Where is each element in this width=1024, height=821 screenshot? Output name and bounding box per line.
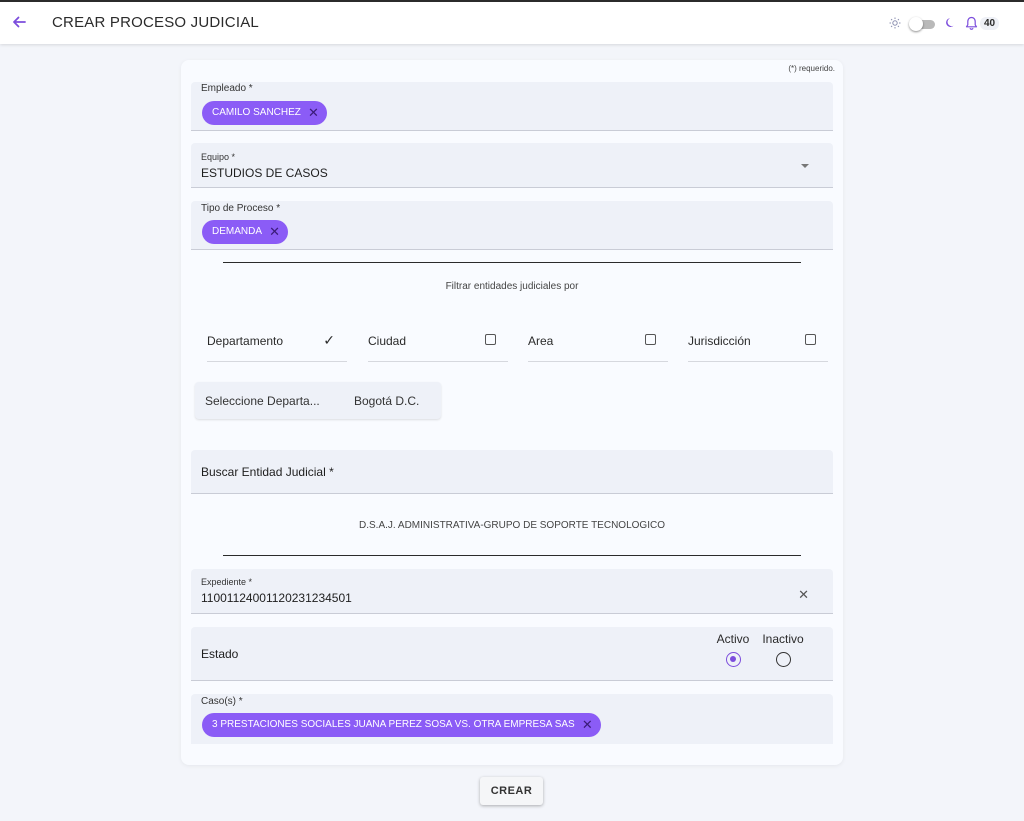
chip-remove-icon[interactable]: ✕ bbox=[582, 713, 593, 737]
empleado-chip-label: CAMILO SANCHEZ bbox=[212, 107, 301, 118]
notification-count-badge: 40 bbox=[980, 17, 1000, 30]
divider bbox=[223, 555, 801, 556]
moon-icon bbox=[946, 18, 954, 27]
caso-chip: 3 PRESTACIONES SOCIALES JUANA PEREZ SOSA… bbox=[202, 713, 601, 737]
selected-entity: D.S.A.J. ADMINISTRATIVA-GRUPO DE SOPORTE… bbox=[359, 520, 665, 531]
radio-label: Activo bbox=[716, 632, 750, 646]
create-button[interactable]: CREAR bbox=[480, 777, 543, 805]
empleado-chip: CAMILO SANCHEZ ✕ bbox=[202, 101, 327, 125]
estado-label: Estado bbox=[201, 647, 239, 661]
departamento-select-label: Seleccione Departa... bbox=[205, 394, 320, 408]
required-note: (*) requerido. bbox=[788, 64, 835, 73]
filter-area[interactable]: Area bbox=[528, 324, 668, 362]
filter-label: Area bbox=[528, 334, 554, 348]
estado-field: Estado Activo Inactivo bbox=[191, 627, 833, 681]
filter-departamento[interactable]: Departamento ✓ bbox=[207, 324, 347, 362]
filter-label: Jurisdicción bbox=[688, 334, 751, 348]
filter-label: Ciudad bbox=[368, 334, 407, 348]
casos-label: Caso(s) * bbox=[201, 696, 243, 707]
checkmark-icon[interactable]: ✓ bbox=[323, 332, 335, 349]
checkbox[interactable] bbox=[485, 334, 496, 345]
bell-icon[interactable] bbox=[964, 16, 979, 31]
toggle-knob bbox=[909, 17, 923, 31]
departamento-select-value: Bogotá D.C. bbox=[354, 394, 420, 408]
theme-toggle[interactable] bbox=[909, 17, 936, 31]
sun-icon bbox=[889, 17, 901, 29]
caso-chip-label: 3 PRESTACIONES SOCIALES JUANA PEREZ SOSA… bbox=[212, 719, 575, 730]
departamento-select[interactable]: Seleccione Departa... Bogotá D.C. bbox=[195, 382, 441, 419]
buscar-entidad-input[interactable]: Buscar Entidad Judicial * bbox=[191, 450, 833, 494]
checkbox[interactable] bbox=[805, 334, 816, 345]
estado-option-activo[interactable]: Activo bbox=[708, 632, 758, 667]
tipo-proceso-field[interactable]: Tipo de Proceso * DEMANDA ✕ bbox=[191, 201, 833, 250]
equipo-value: ESTUDIOS DE CASOS bbox=[201, 166, 328, 180]
tipo-proceso-label: Tipo de Proceso * bbox=[201, 203, 281, 214]
back-arrow-icon[interactable] bbox=[10, 13, 28, 31]
dropdown-arrow-icon[interactable] bbox=[801, 164, 809, 168]
chip-remove-icon[interactable]: ✕ bbox=[269, 220, 280, 244]
clear-icon[interactable]: ✕ bbox=[798, 587, 809, 603]
radio-label: Inactivo bbox=[762, 632, 804, 646]
empleado-field[interactable]: Empleado * CAMILO SANCHEZ ✕ bbox=[191, 82, 833, 131]
checkbox[interactable] bbox=[645, 334, 656, 345]
expediente-value: 11001124001120231234501 bbox=[201, 591, 352, 605]
filter-ciudad[interactable]: Ciudad bbox=[368, 324, 508, 362]
divider bbox=[223, 262, 801, 263]
filter-label: Departamento bbox=[207, 334, 284, 348]
filter-jurisdiccion[interactable]: Jurisdicción bbox=[688, 324, 828, 362]
expediente-label: Expediente * bbox=[201, 577, 253, 587]
form-card: (*) requerido. Empleado * CAMILO SANCHEZ… bbox=[181, 60, 843, 765]
tipo-proceso-chip: DEMANDA ✕ bbox=[202, 220, 289, 244]
equipo-select[interactable]: Equipo * ESTUDIOS DE CASOS bbox=[191, 143, 833, 188]
equipo-label: Equipo * bbox=[201, 152, 236, 162]
page-title: CREAR PROCESO JUDICIAL bbox=[52, 14, 259, 31]
estado-option-inactivo[interactable]: Inactivo bbox=[758, 632, 808, 667]
chip-remove-icon[interactable]: ✕ bbox=[308, 101, 319, 125]
empleado-label: Empleado * bbox=[201, 83, 253, 94]
casos-field[interactable]: Caso(s) * 3 PRESTACIONES SOCIALES JUANA … bbox=[191, 694, 833, 744]
filter-caption: Filtrar entidades judiciales por bbox=[445, 281, 579, 292]
expediente-input[interactable]: Expediente * 11001124001120231234501 ✕ bbox=[191, 569, 833, 614]
radio-activo[interactable] bbox=[725, 652, 741, 667]
buscar-entidad-label: Buscar Entidad Judicial * bbox=[201, 465, 334, 479]
tipo-proceso-chip-label: DEMANDA bbox=[212, 226, 263, 237]
top-app-bar: CREAR PROCESO JUDICIAL 40 bbox=[0, 0, 1024, 44]
radio-inactivo[interactable] bbox=[775, 652, 791, 667]
